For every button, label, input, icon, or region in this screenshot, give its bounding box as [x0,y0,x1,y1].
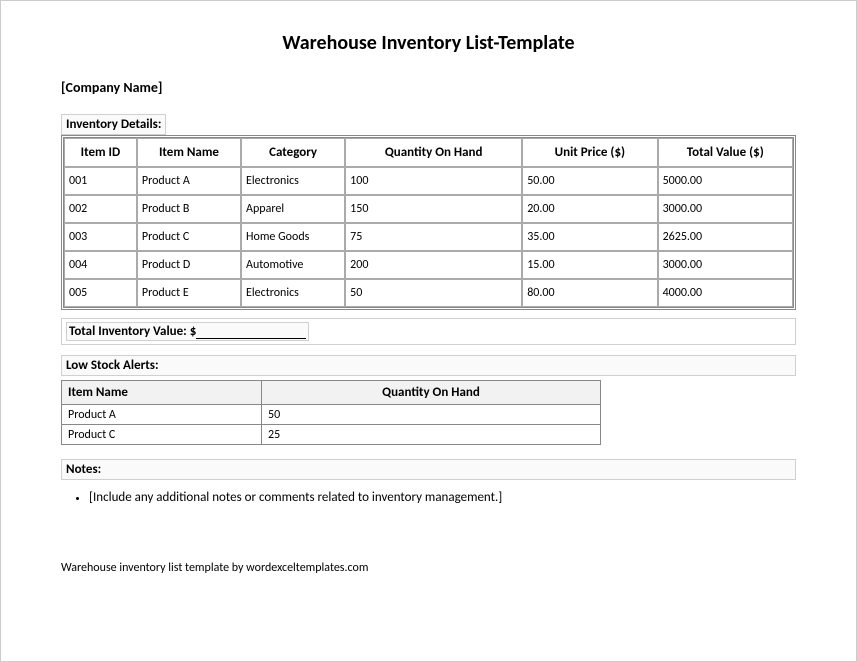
header-category: Category [241,138,345,167]
table-cell: Product A [62,405,262,425]
header-total-value: Total Value ($) [658,138,793,167]
low-stock-header-item-name: Item Name [62,381,262,405]
low-stock-table: Item Name Quantity On Hand Product A50Pr… [61,380,601,445]
table-cell: Product C [137,223,241,251]
page-title: Warehouse Inventory List-Template [61,31,796,55]
table-row: 002Product BApparel15020.003000.00 [64,195,793,223]
table-cell: 003 [64,223,137,251]
table-cell: 3000.00 [658,251,793,279]
table-row: 001Product AElectronics10050.005000.00 [64,167,793,195]
table-cell: Product D [137,251,241,279]
table-cell: 35.00 [522,223,657,251]
table-cell: 150 [345,195,522,223]
table-cell: Product B [137,195,241,223]
table-cell: 20.00 [522,195,657,223]
table-cell: 15.00 [522,251,657,279]
table-cell: Apparel [241,195,345,223]
total-inventory-label: Total Inventory Value: $ [66,322,309,341]
total-inventory-row: Total Inventory Value: $ [61,318,796,345]
table-cell: 004 [64,251,137,279]
table-cell: 5000.00 [658,167,793,195]
table-row: 003Product CHome Goods7535.002625.00 [64,223,793,251]
table-cell: Automotive [241,251,345,279]
header-item-name: Item Name [137,138,241,167]
table-row: 005Product EElectronics5080.004000.00 [64,279,793,307]
inventory-details-label: Inventory Details: [61,114,166,135]
low-stock-header-row: Item Name Quantity On Hand [62,381,601,405]
table-cell: 100 [345,167,522,195]
header-unit-price: Unit Price ($) [522,138,657,167]
inventory-table: Item ID Item Name Category Quantity On H… [61,135,796,310]
company-name-placeholder: [Company Name] [61,79,796,96]
table-cell: 3000.00 [658,195,793,223]
table-cell: 80.00 [522,279,657,307]
table-cell: 005 [64,279,137,307]
header-qoh: Quantity On Hand [345,138,522,167]
table-cell: Product A [137,167,241,195]
table-header-row: Item ID Item Name Category Quantity On H… [64,138,793,167]
table-cell: 2625.00 [658,223,793,251]
low-stock-header-qoh: Quantity On Hand [262,381,601,405]
table-cell: 75 [345,223,522,251]
table-cell: Electronics [241,167,345,195]
notes-item: [Include any additional notes or comment… [89,490,796,505]
notes-list: [Include any additional notes or comment… [61,490,796,505]
header-item-id: Item ID [64,138,137,167]
low-stock-alerts-label: Low Stock Alerts: [61,355,796,376]
table-cell: 200 [345,251,522,279]
document-page: Warehouse Inventory List-Template [Compa… [0,0,857,662]
table-cell: Product C [62,425,262,445]
table-cell: Product E [137,279,241,307]
table-cell: Home Goods [241,223,345,251]
table-row: Product C25 [62,425,601,445]
notes-label: Notes: [61,459,796,480]
table-cell: 25 [262,425,601,445]
table-cell: 002 [64,195,137,223]
table-cell: 4000.00 [658,279,793,307]
total-inventory-blank [196,338,306,339]
table-row: 004Product DAutomotive20015.003000.00 [64,251,793,279]
table-cell: 001 [64,167,137,195]
table-cell: 50 [345,279,522,307]
table-row: Product A50 [62,405,601,425]
footer-credit: Warehouse inventory list template by wor… [61,561,796,575]
table-cell: Electronics [241,279,345,307]
table-cell: 50.00 [522,167,657,195]
table-cell: 50 [262,405,601,425]
